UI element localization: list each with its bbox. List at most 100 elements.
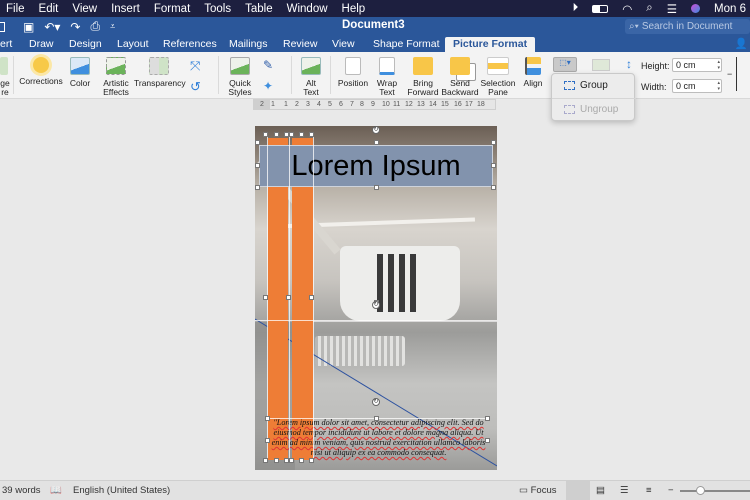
resize-handle[interactable]	[374, 416, 379, 421]
caption-text[interactable]: "Lorem ipsum dolor sit amet, consectetur…	[272, 418, 486, 457]
resize-handle[interactable]	[289, 458, 294, 463]
print-icon[interactable]: ⎙	[90, 19, 100, 34]
rotate-handle[interactable]: ↻	[372, 301, 380, 309]
tab-view[interactable]: View	[332, 37, 355, 52]
color-button[interactable]: Color	[66, 57, 94, 88]
tab-layout[interactable]: Layout	[117, 37, 149, 52]
tab-references[interactable]: References	[163, 37, 217, 52]
resize-handle[interactable]	[309, 295, 314, 300]
compress-pictures-icon[interactable]: ⤧	[190, 58, 200, 74]
focus-button[interactable]: ▭ Focus	[519, 485, 557, 496]
resize-handle[interactable]	[309, 132, 314, 137]
resize-handle[interactable]	[374, 185, 379, 190]
play-icon[interactable]: ⏵	[572, 2, 578, 15]
spotlight-icon[interactable]: ⌕	[646, 2, 652, 15]
tab-review[interactable]: Review	[283, 37, 317, 52]
align-button[interactable]: Align	[519, 57, 547, 88]
proofing-icon[interactable]: 📖	[50, 485, 62, 496]
resize-handle[interactable]	[255, 163, 260, 168]
tab-insert[interactable]: ert	[0, 37, 12, 52]
wrap-text-button[interactable]: Wrap Text	[374, 57, 400, 97]
height-input[interactable]: 0 cm ▴ ▾	[672, 58, 722, 72]
print-layout-button[interactable]	[566, 481, 590, 500]
resize-handle[interactable]	[289, 132, 294, 137]
zoom-slider-thumb[interactable]	[696, 486, 705, 495]
resize-handle[interactable]	[299, 458, 304, 463]
resize-handle[interactable]	[265, 438, 270, 443]
tab-picture-format[interactable]: Picture Format	[445, 37, 536, 52]
resize-handle[interactable]	[263, 132, 268, 137]
draft-icon[interactable]: ≡	[646, 485, 652, 496]
tab-shape-format[interactable]: Shape Format	[364, 37, 449, 52]
rotate-handle[interactable]: ↻	[372, 398, 380, 406]
resize-handle[interactable]	[274, 458, 279, 463]
word-count[interactable]: 39 words	[2, 485, 41, 496]
menu-edit[interactable]: Edit	[33, 3, 67, 15]
sidebar-toggle-icon[interactable]	[0, 21, 5, 32]
resize-handle[interactable]	[309, 458, 314, 463]
resize-handle[interactable]	[485, 438, 490, 443]
zoom-out-button[interactable]: −	[668, 485, 674, 496]
title-text[interactable]: Lorem Ipsum	[291, 150, 460, 183]
quick-styles-button[interactable]: Quick Styles	[224, 57, 256, 97]
resize-handle[interactable]	[255, 140, 260, 145]
bring-forward-button[interactable]: Bring Forward	[405, 57, 441, 97]
customize-icon[interactable]: ⩡	[110, 21, 115, 32]
width-stepper[interactable]: ▴ ▾	[717, 80, 720, 92]
position-button[interactable]: Position	[336, 57, 370, 88]
undo-icon[interactable]: ↶▾	[44, 20, 60, 34]
tab-draw[interactable]: Draw	[29, 37, 54, 52]
group-menu-item[interactable]: Group	[564, 80, 608, 91]
control-center-icon[interactable]: ☰	[667, 2, 677, 16]
menu-table[interactable]: Table	[239, 3, 281, 15]
redo-icon[interactable]: ↷	[70, 20, 80, 34]
transparency-button[interactable]: Transparency	[134, 57, 186, 88]
alt-text-button[interactable]: Alt Text	[297, 57, 325, 97]
siri-icon[interactable]	[691, 4, 701, 13]
rotate-icon[interactable]	[592, 59, 610, 71]
menu-window[interactable]: Window	[281, 3, 336, 15]
group-objects-button[interactable]: ⬚▾	[553, 57, 577, 72]
horizontal-ruler[interactable]: 2 1 1 2 3 4 5 6 7 8 9 10 11 12 13 14 15 16 17 18	[253, 99, 496, 110]
rotate-handle[interactable]: ↻	[372, 126, 380, 134]
selection-pane-button[interactable]: Selection Pane	[480, 57, 516, 97]
resize-handle[interactable]	[274, 132, 279, 137]
title-text-box[interactable]: Lorem Ipsum	[259, 145, 493, 187]
menu-format[interactable]: Format	[148, 3, 198, 15]
picture-effects-icon[interactable]: ✦	[263, 79, 273, 93]
menu-tools[interactable]: Tools	[198, 3, 239, 15]
height-stepper[interactable]: ▴ ▾	[717, 59, 720, 71]
zoom-slider[interactable]	[680, 486, 750, 495]
resize-handle[interactable]	[485, 416, 490, 421]
tab-mailings[interactable]: Mailings	[229, 37, 268, 52]
wifi-icon[interactable]: ◠	[622, 2, 632, 16]
resize-handle[interactable]	[374, 140, 379, 145]
artistic-effects-button[interactable]: Artistic Effects	[98, 57, 134, 97]
share-icon[interactable]: 👤	[735, 37, 748, 50]
resize-handle[interactable]	[299, 132, 304, 137]
change-picture-button[interactable]: ge re	[0, 57, 10, 97]
lock-aspect-icon[interactable]: −	[727, 57, 737, 91]
width-input[interactable]: 0 cm ▴ ▾	[672, 79, 722, 93]
resize-handle[interactable]	[263, 458, 268, 463]
corrections-button[interactable]: Corrections	[18, 57, 64, 86]
save-icon[interactable]: ▣	[23, 20, 34, 34]
reset-picture-icon[interactable]: ↺	[190, 79, 201, 95]
menu-insert[interactable]: Insert	[105, 3, 148, 15]
menu-view[interactable]: View	[66, 3, 105, 15]
outline-icon[interactable]: ☰	[620, 485, 629, 496]
caption-text-box[interactable]: "Lorem ipsum dolor sit amet, consectetur…	[268, 418, 489, 458]
picture-border-icon[interactable]: ✎	[263, 58, 273, 72]
clock[interactable]: Mon 6	[714, 3, 746, 15]
send-backward-button[interactable]: Send Backward	[441, 57, 479, 97]
resize-handle[interactable]	[491, 140, 496, 145]
resize-handle[interactable]	[265, 416, 270, 421]
resize-handle[interactable]	[491, 163, 496, 168]
search-input[interactable]: ⌕▾ Search in Document	[625, 19, 750, 34]
web-layout-icon[interactable]: ▤	[596, 485, 605, 496]
battery-icon[interactable]	[592, 4, 609, 13]
resize-handle[interactable]	[491, 185, 496, 190]
menu-help[interactable]: Help	[336, 3, 374, 15]
resize-handle[interactable]	[263, 295, 268, 300]
resize-handle[interactable]	[286, 295, 291, 300]
